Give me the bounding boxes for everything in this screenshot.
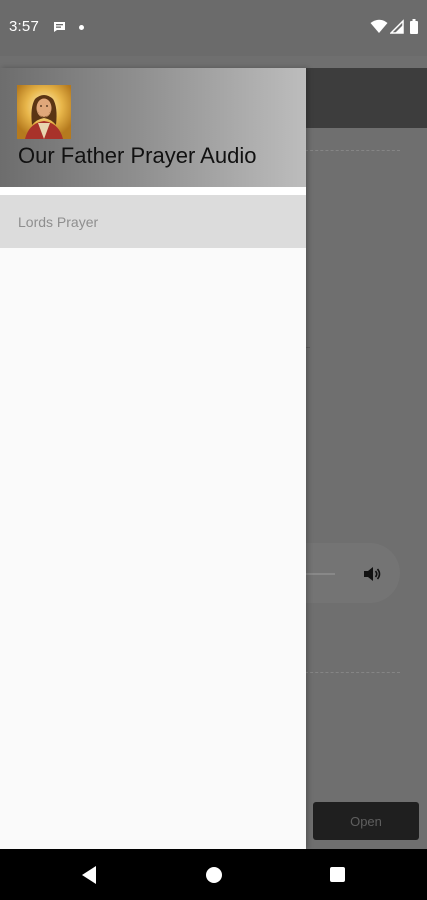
wifi-icon: [370, 19, 388, 33]
background-divider: [305, 672, 400, 673]
signal-icon: [390, 19, 404, 34]
drawer-header: Our Father Prayer Audio: [0, 68, 306, 187]
background-seek-bar: [305, 573, 335, 575]
drawer-title: Our Father Prayer Audio: [18, 143, 257, 168]
back-icon[interactable]: [80, 865, 98, 885]
system-nav-bar: [0, 849, 427, 900]
status-time: 3:57: [9, 18, 39, 35]
drawer-item-label: Lords Prayer: [18, 214, 99, 230]
home-icon[interactable]: [206, 867, 222, 883]
navigation-drawer: Our Father Prayer Audio Lords Prayer: [0, 68, 306, 849]
status-bar: 3:57: [0, 0, 427, 56]
volume-icon: [364, 567, 381, 581]
drawer-divider: [0, 187, 306, 195]
open-button[interactable]: Open: [313, 802, 419, 840]
jesus-portrait-icon: [17, 85, 71, 139]
recents-icon[interactable]: [330, 867, 345, 882]
message-icon: [54, 22, 65, 32]
screen: 3:57 Open Our Father Prayer Audio Lords …: [0, 0, 427, 900]
battery-icon: [410, 19, 418, 34]
notification-dot-icon: [79, 25, 84, 30]
background-divider: [305, 150, 400, 151]
drawer-item-lords-prayer[interactable]: Lords Prayer: [0, 195, 306, 248]
